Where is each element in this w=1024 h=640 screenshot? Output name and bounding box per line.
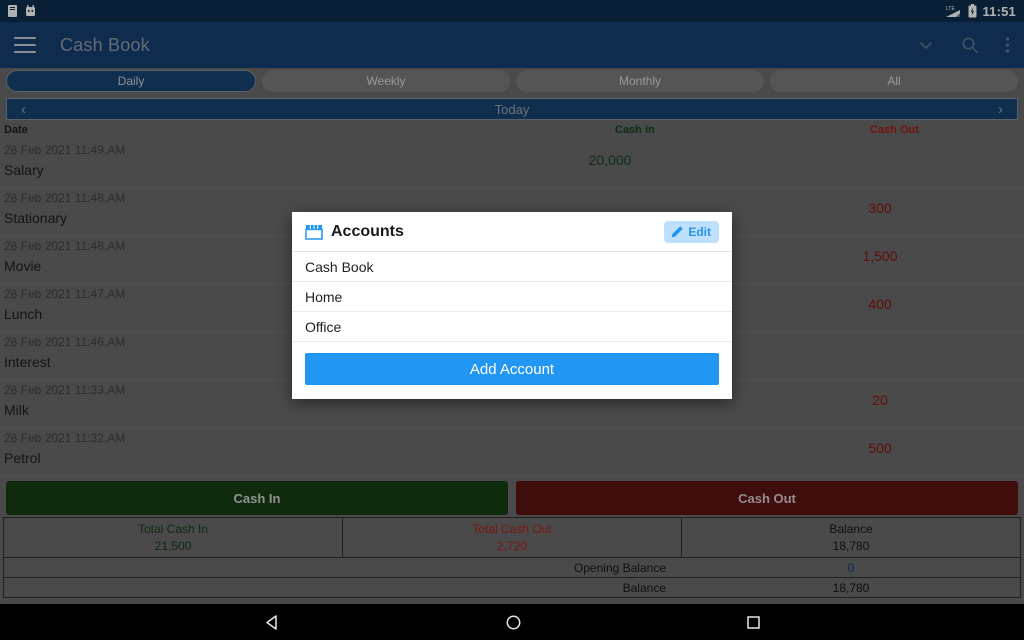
account-item-home[interactable]: Home — [292, 282, 732, 312]
edit-accounts-button[interactable]: Edit — [664, 220, 719, 243]
app-root: LTE 11:51 Cash Book Daily Weekly Monthly… — [0, 0, 1024, 640]
accounts-dialog-footer: Add Account — [292, 342, 732, 399]
edit-accounts-label: Edit — [688, 224, 711, 239]
back-triangle-icon[interactable] — [264, 614, 281, 631]
pencil-icon — [671, 225, 684, 237]
add-account-button[interactable]: Add Account — [305, 353, 719, 385]
accounts-dialog-title: Accounts — [331, 222, 404, 240]
accounts-dialog-header: Accounts Edit — [292, 212, 732, 252]
accounts-dialog: Accounts Edit Cash Book Home Office Add … — [292, 212, 732, 399]
account-item-cash-book[interactable]: Cash Book — [292, 252, 732, 282]
storefront-icon — [305, 224, 323, 240]
recents-square-icon[interactable] — [746, 615, 761, 630]
home-circle-icon[interactable] — [505, 614, 522, 631]
android-nav-bar — [0, 604, 1024, 640]
account-item-office[interactable]: Office — [292, 312, 732, 342]
